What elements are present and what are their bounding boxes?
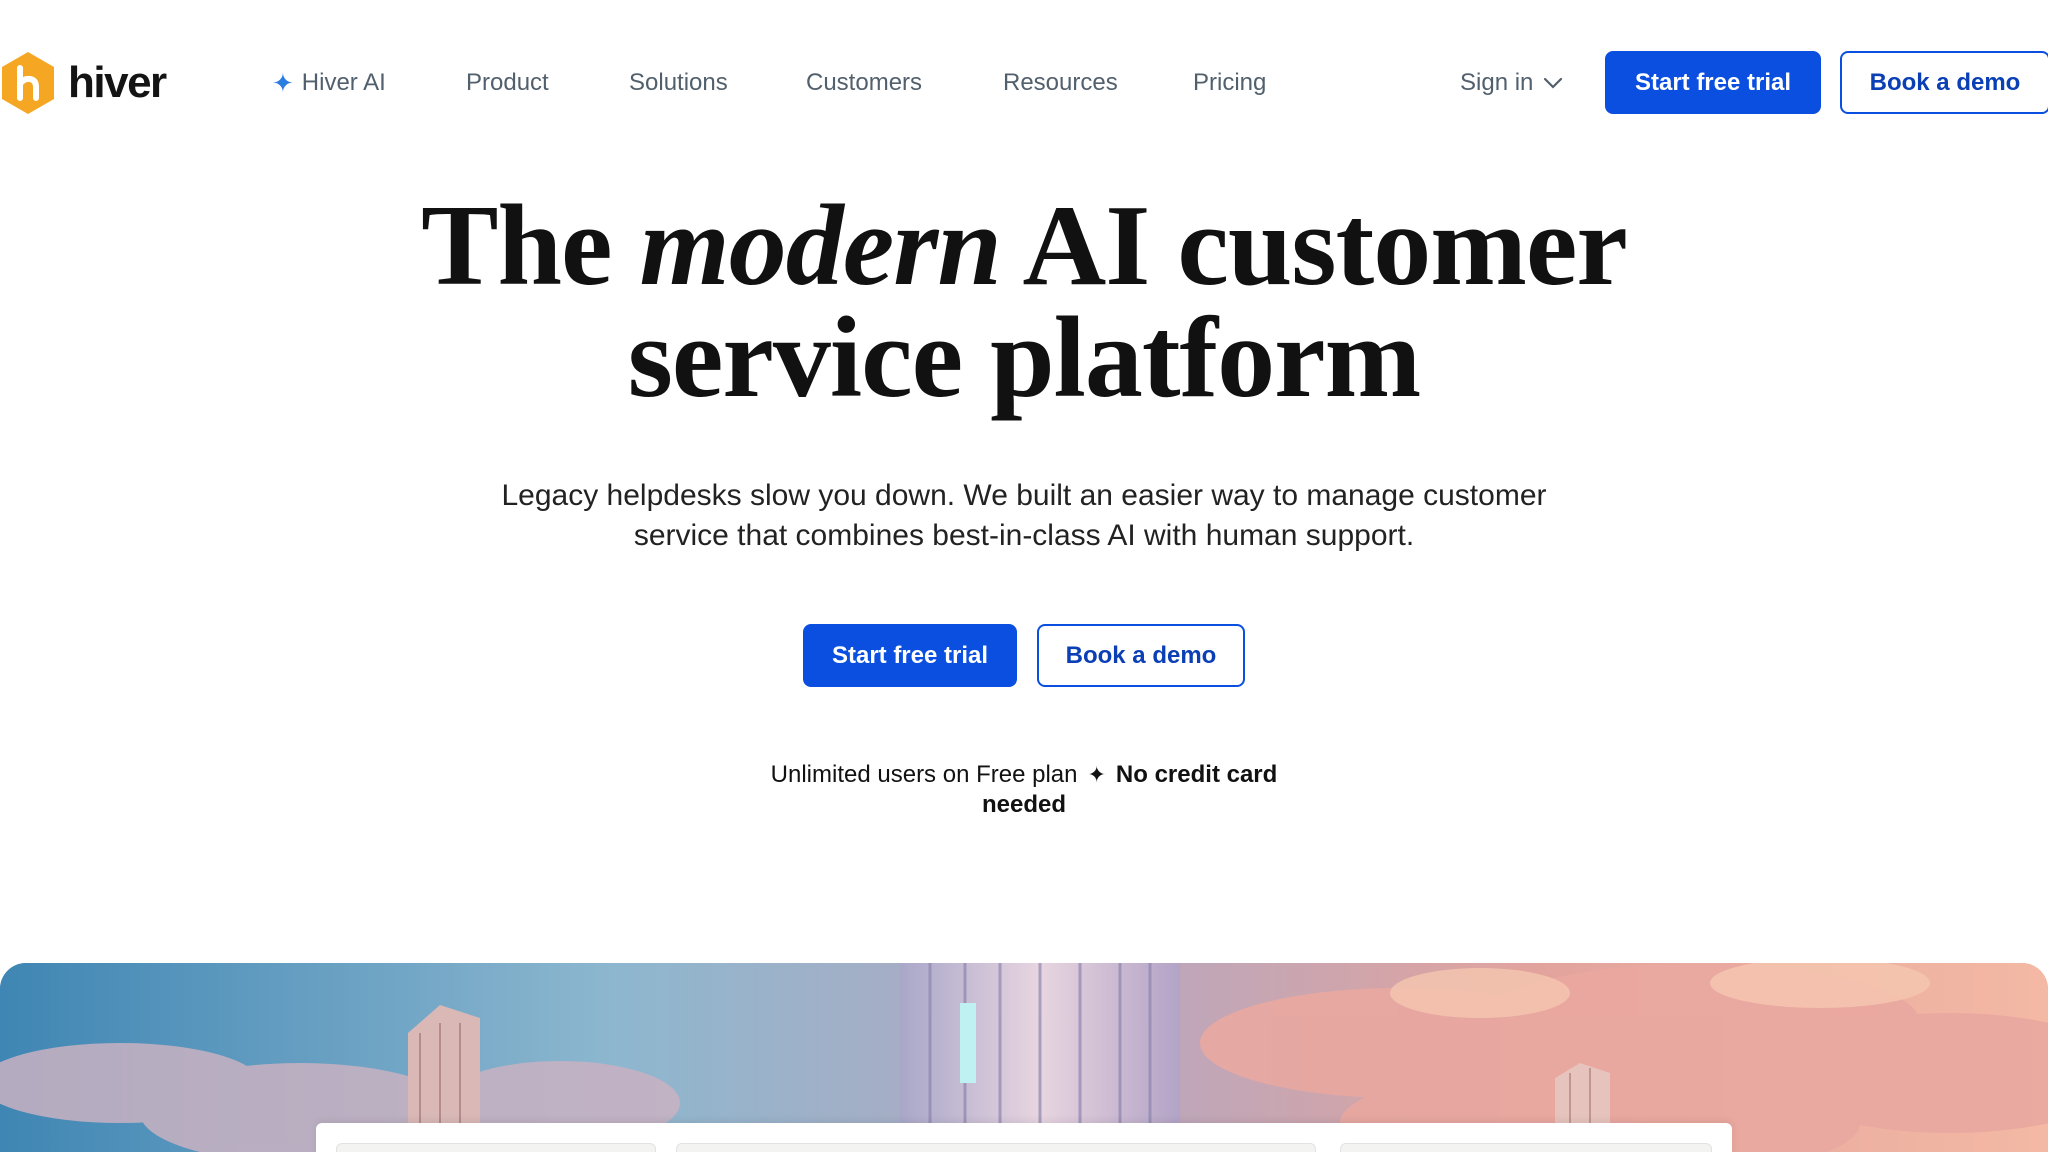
hero-title-emphasis: modern [639, 182, 1002, 310]
free-plan-text: Unlimited users on Free plan [770, 761, 1078, 788]
sparkle-separator-icon: ✦ [1087, 762, 1106, 787]
nav-item-label: Solutions [629, 69, 728, 96]
hero-title-pre: The [421, 182, 640, 310]
no-credit-card-text: No credit card [1115, 761, 1278, 788]
preview-sidebar [336, 1143, 656, 1152]
brand-name: hiver [68, 58, 167, 107]
nav-item-customers[interactable]: Customers [806, 50, 922, 116]
nav-item-resources[interactable]: Resources [1003, 50, 1118, 116]
nav-item-solutions[interactable]: Solutions [629, 50, 728, 116]
nav-item-label: Pricing [1193, 69, 1267, 96]
product-preview-panel [316, 1123, 1732, 1152]
sign-in-label: Sign in [1460, 69, 1534, 96]
hero-subtitle: Legacy helpdesks slow you down. We built… [424, 476, 1624, 556]
nav-item-hiver-ai[interactable]: ✦ Hiver AI [272, 50, 386, 116]
nav-item-label: Customers [806, 69, 923, 96]
sparkle-icon: ✦ [272, 67, 294, 98]
hero-subtitle-line1: Legacy helpdesks slow you down. We built… [501, 479, 1547, 512]
nav-item-label: Product [466, 69, 549, 96]
hero-title-post: AI customer [1000, 182, 1628, 310]
preview-inbox [676, 1143, 1316, 1152]
nav-item-product[interactable]: Product [466, 50, 549, 116]
header-book-demo-button[interactable]: Book a demo [1840, 51, 2048, 114]
site-header: hiver ✦ Hiver AI Product Solutions Custo… [0, 50, 2048, 116]
hiver-logo-icon [2, 52, 54, 114]
nav-item-label: Hiver AI [301, 69, 386, 96]
hero-title: The modern AI customer service platform [0, 188, 2048, 416]
free-plan-note: Unlimited users on Free plan ✦ No credit c… [724, 760, 1324, 820]
hero-start-trial-button[interactable]: Start free trial [803, 624, 1017, 687]
nav-item-pricing[interactable]: Pricing [1193, 50, 1266, 116]
hiver-logo[interactable]: hiver [0, 50, 167, 116]
nav-item-label: Resources [1003, 69, 1118, 96]
page: hiver ✦ Hiver AI Product Solutions Custo… [0, 0, 2048, 1152]
chevron-down-icon [1544, 77, 1563, 89]
hero-book-demo-button[interactable]: Book a demo [1037, 624, 1245, 687]
hero-subtitle-line2: service that combines best-in-class AI w… [633, 519, 1415, 552]
header-start-trial-button[interactable]: Start free trial [1605, 51, 1821, 114]
hero-title-line2: service platform [627, 294, 1421, 422]
sign-in-dropdown[interactable]: Sign in [1460, 50, 1563, 116]
preview-details [1340, 1143, 1712, 1152]
no-credit-card-text-2: needed [981, 791, 1067, 818]
